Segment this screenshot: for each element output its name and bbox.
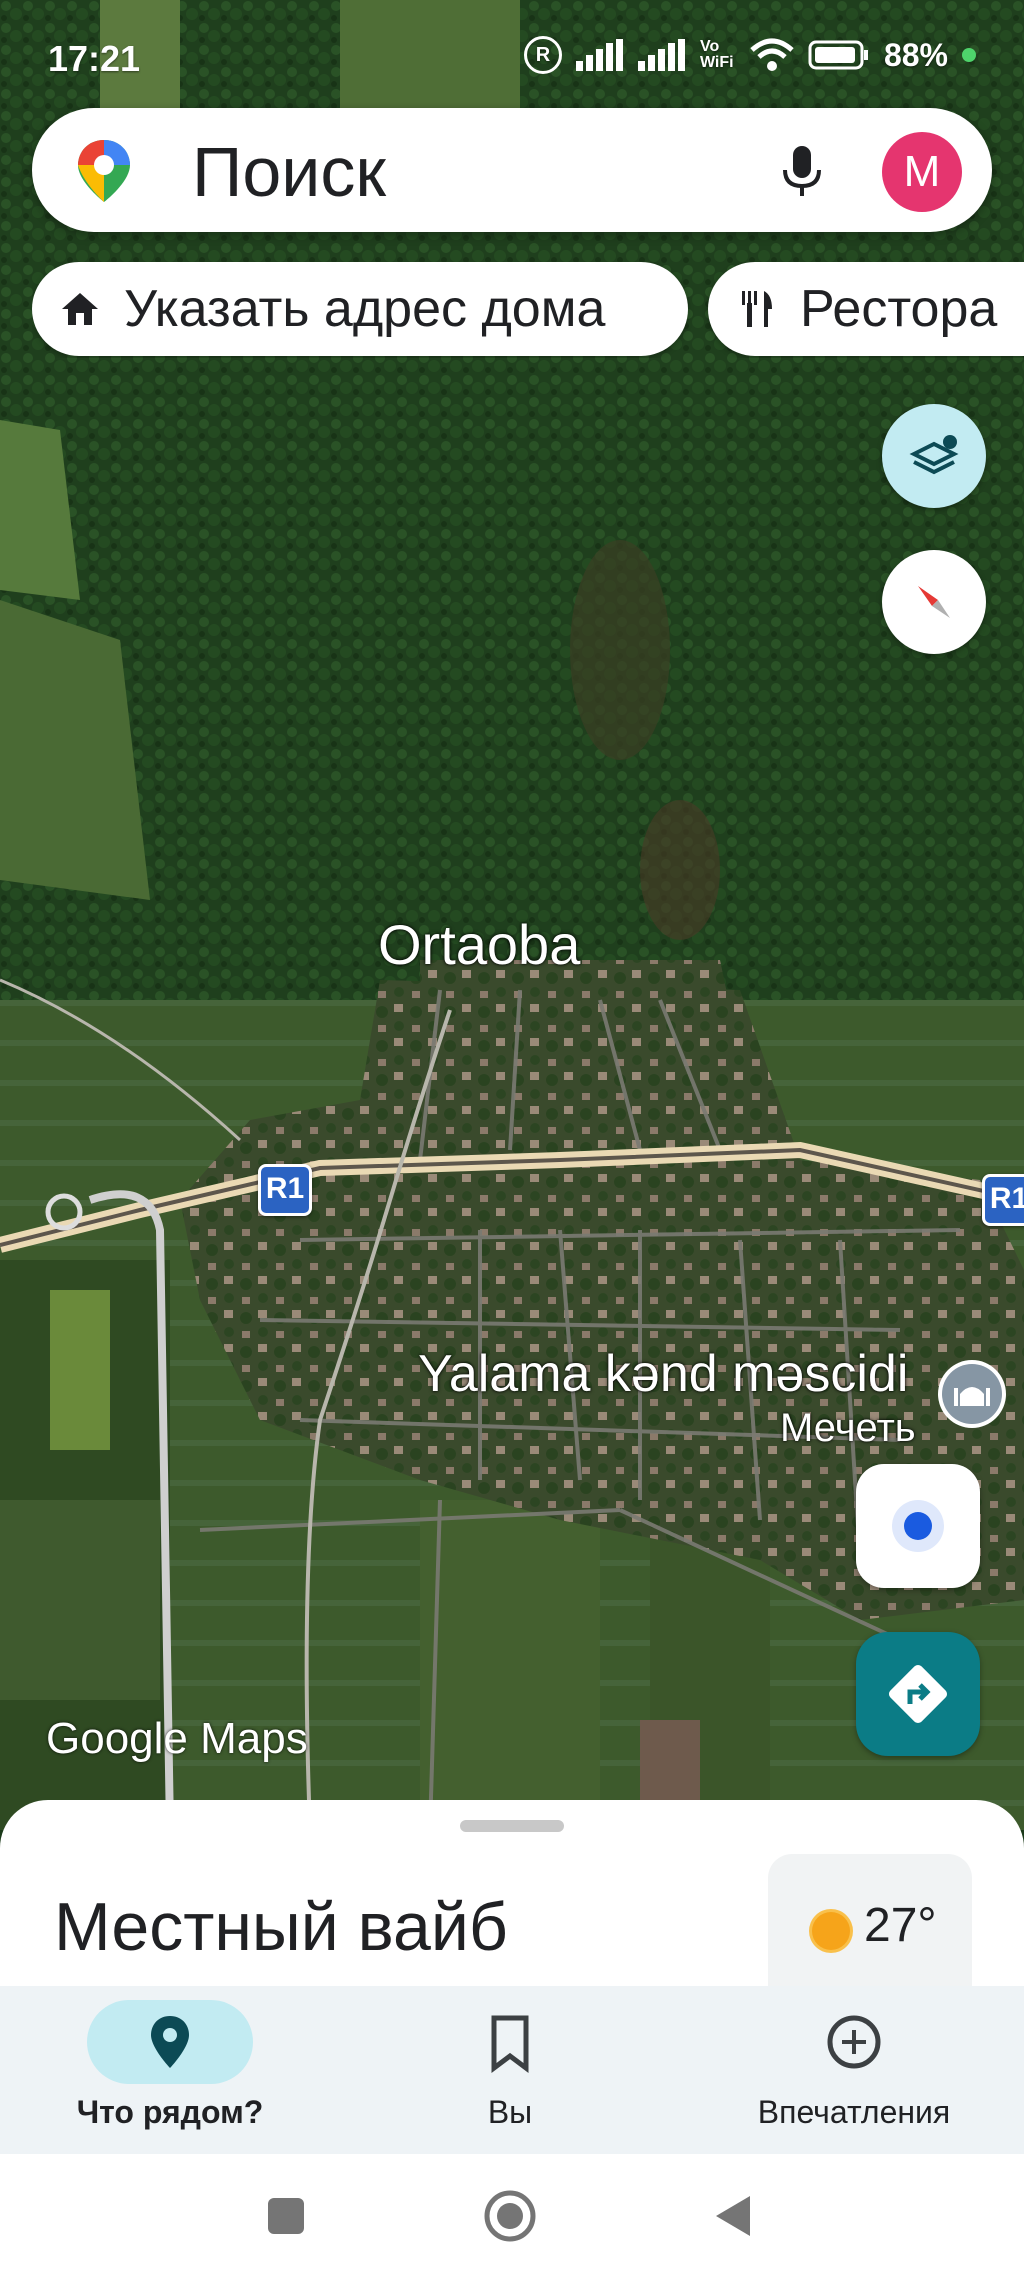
my-location-button[interactable] <box>856 1464 980 1588</box>
google-maps-logo: Google Maps <box>46 1714 308 1763</box>
chip-home-address[interactable]: Указать адрес дома <box>32 262 688 356</box>
nav-label: Вы <box>487 2094 533 2130</box>
microphone-icon[interactable] <box>780 146 824 198</box>
bottom-sheet[interactable]: Местный вайб 27° <box>0 1800 1024 2010</box>
map-label-village[interactable]: Ortaoba <box>378 912 580 977</box>
chip-label: Рестора <box>800 280 998 338</box>
map-label-place-name[interactable]: Yalama kənd məscidi <box>418 1344 908 1404</box>
nav-you[interactable]: Вы <box>382 1986 638 2154</box>
my-location-icon <box>892 1500 944 1552</box>
directions-button[interactable] <box>856 1632 980 1756</box>
nav-explore[interactable]: Что рядом? <box>42 1986 298 2154</box>
sun-icon <box>812 1912 850 1950</box>
layers-button[interactable] <box>882 404 986 508</box>
location-pin-icon <box>151 2016 189 2068</box>
search-bar[interactable]: Поиск M <box>32 108 992 232</box>
registered-icon: R <box>523 36 562 74</box>
status-time: 17:21 <box>48 38 141 79</box>
layers-icon <box>909 435 959 475</box>
directions-icon <box>888 1664 948 1724</box>
compass-icon <box>918 586 950 618</box>
status-bar: 17:21 R Vo WiFi 88% <box>0 0 1024 110</box>
notification-dot-icon <box>962 48 976 62</box>
chip-label: Указать адрес дома <box>124 280 606 338</box>
map-label-place-type[interactable]: Мечеть <box>780 1406 916 1451</box>
nav-label: Впечатления <box>757 2094 951 2130</box>
chip-restaurants[interactable]: Рестора <box>708 262 1024 356</box>
signal-icon <box>575 39 623 71</box>
add-circle-icon <box>827 2015 881 2069</box>
restaurant-icon <box>742 291 772 327</box>
home-button-icon[interactable] <box>482 2188 538 2244</box>
wifi-icon <box>750 38 794 71</box>
battery-icon <box>808 40 868 70</box>
nav-label: Что рядом? <box>76 2094 264 2130</box>
sheet-drag-handle[interactable] <box>460 1820 564 1832</box>
avatar[interactable]: M <box>882 132 962 212</box>
sheet-title: Местный вайб <box>54 1889 508 1965</box>
nav-active-indicator <box>87 2000 253 2084</box>
road-shield-r1-right: R1 <box>982 1174 1024 1226</box>
system-navigation-bar <box>0 2154 1024 2276</box>
compass-button[interactable] <box>882 550 986 654</box>
weather-temp: 27° <box>864 1899 937 1952</box>
vowifi-icon: Vo WiFi <box>699 38 734 71</box>
recents-icon[interactable] <box>264 2194 308 2238</box>
back-icon[interactable] <box>712 2192 756 2240</box>
status-icons: R Vo WiFi 88% <box>523 36 976 74</box>
google-maps-pin-icon <box>78 140 130 202</box>
quick-chips: Указать адрес дома Рестора <box>32 262 1024 358</box>
home-icon <box>62 293 98 325</box>
battery-percent: 88% <box>883 36 948 73</box>
signal-icon-2 <box>637 39 685 71</box>
bookmark-icon <box>491 2015 529 2073</box>
road-shield-r1: R1 <box>258 1164 312 1216</box>
mosque-pin-icon[interactable] <box>942 1364 1002 1424</box>
search-input[interactable]: Поиск <box>192 132 386 212</box>
nav-contribute[interactable]: Впечатления <box>726 1986 982 2154</box>
bottom-navigation: Что рядом? Вы Впечатления <box>0 1986 1024 2154</box>
